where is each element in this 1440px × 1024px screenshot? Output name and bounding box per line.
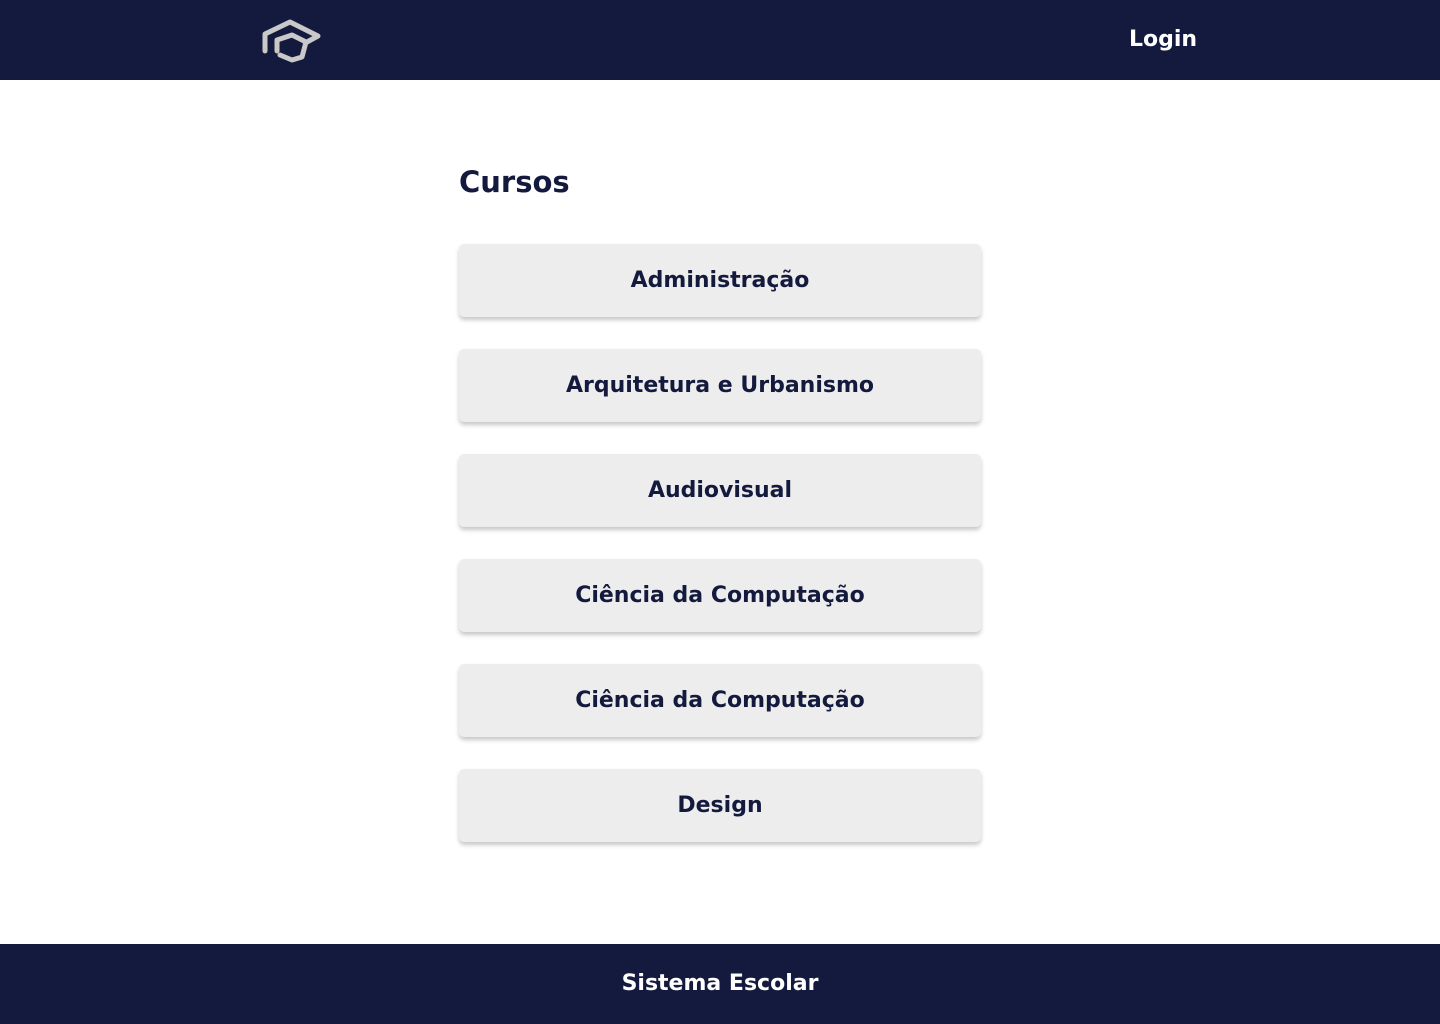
course-button-arquitetura-e-urbanismo[interactable]: Arquitetura e Urbanismo [459,349,981,422]
course-label: Ciência da Computação [575,687,865,713]
course-button-ciencia-da-computacao-2[interactable]: Ciência da Computação [459,664,981,737]
course-button-ciencia-da-computacao[interactable]: Ciência da Computação [459,559,981,632]
courses-section: Cursos Administração Arquitetura e Urban… [459,164,981,842]
course-label: Audiovisual [647,477,793,503]
course-button-administracao[interactable]: Administração [459,244,981,317]
graduation-cap-icon[interactable] [262,18,322,64]
footer-title: Sistema Escolar [621,971,819,996]
login-link[interactable]: Login [1129,26,1197,54]
course-label: Administração [630,267,810,293]
course-label: Design [677,792,763,818]
course-button-design[interactable]: Design [459,769,981,842]
course-label: Arquitetura e Urbanismo [565,372,875,398]
footer: Sistema Escolar [0,944,1440,1024]
course-label: Ciência da Computação [575,582,865,608]
page-title: Cursos [459,165,570,199]
course-list: Administração Arquitetura e Urbanismo Au… [459,244,981,842]
top-navbar: Login [0,0,1440,80]
course-button-audiovisual[interactable]: Audiovisual [459,454,981,527]
page: Login Cursos Administração Arquitetura e… [0,0,1440,1024]
